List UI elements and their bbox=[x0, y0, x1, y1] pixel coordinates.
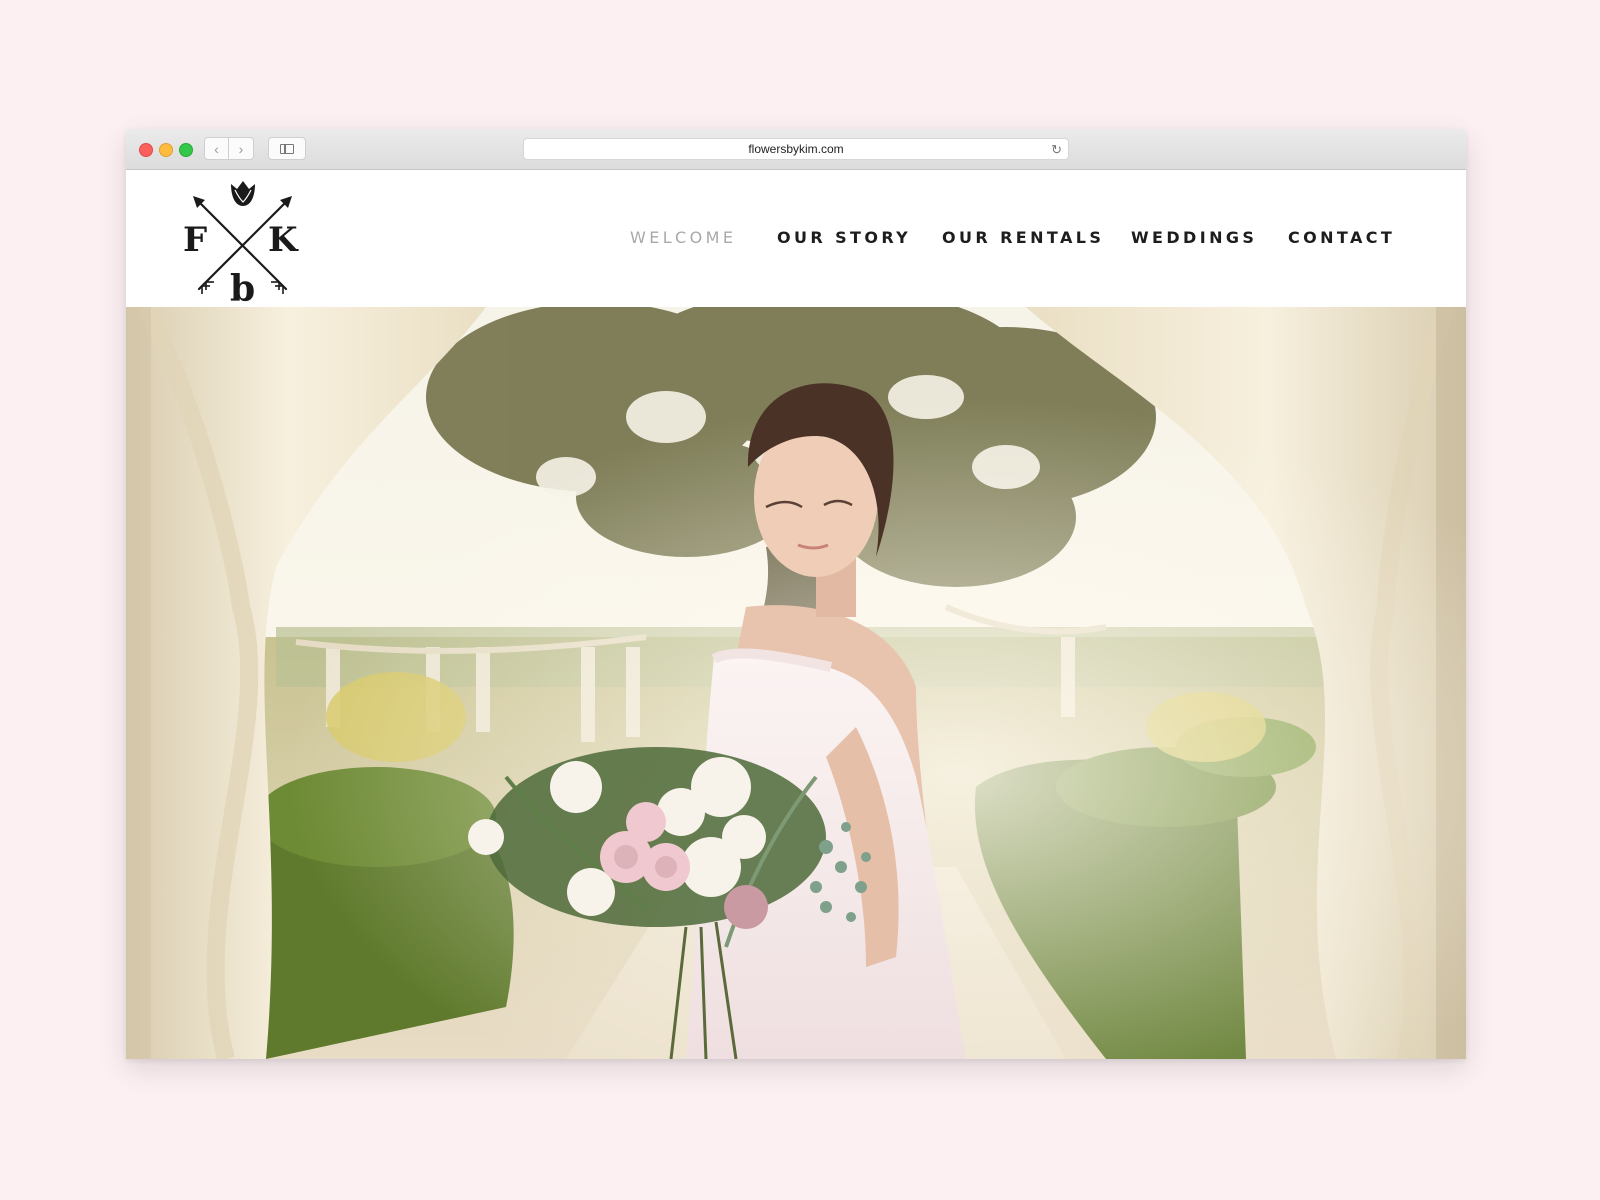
close-window-button[interactable] bbox=[139, 143, 153, 157]
browser-window: ‹ › flowersbykim.com ↻ F K b WELCOME OUR… bbox=[126, 129, 1466, 1059]
address-bar[interactable]: flowersbykim.com ↻ bbox=[523, 138, 1069, 160]
sidebar-toggle-button[interactable] bbox=[268, 137, 306, 160]
nav-item-weddings[interactable]: WEDDINGS bbox=[1131, 228, 1257, 247]
chevron-left-icon: ‹ bbox=[214, 141, 219, 157]
logo-letter-f: F bbox=[183, 220, 207, 260]
hero-image bbox=[126, 307, 1466, 1059]
logo-letter-k: K bbox=[268, 220, 299, 260]
address-bar-url[interactable]: flowersbykim.com bbox=[524, 139, 1068, 159]
sidebar-icon bbox=[280, 144, 294, 154]
nav-item-our-rentals[interactable]: OUR RENTALS bbox=[942, 228, 1104, 247]
minimize-window-button[interactable] bbox=[159, 143, 173, 157]
nav-item-contact[interactable]: CONTACT bbox=[1288, 228, 1395, 247]
maximize-window-button[interactable] bbox=[179, 143, 193, 157]
reload-icon[interactable]: ↻ bbox=[1051, 140, 1062, 160]
nav-item-our-story[interactable]: OUR STORY bbox=[777, 228, 911, 247]
logo-letter-b: b bbox=[230, 268, 255, 304]
browser-titlebar: ‹ › flowersbykim.com ↻ bbox=[126, 129, 1466, 170]
forward-button[interactable]: › bbox=[229, 137, 254, 160]
site-header: F K b WELCOME OUR STORY OUR RENTALS WEDD… bbox=[126, 170, 1466, 307]
nav-item-welcome[interactable]: WELCOME bbox=[630, 228, 736, 247]
chevron-right-icon: › bbox=[238, 141, 244, 157]
bride-bouquet-photo bbox=[126, 307, 1466, 1059]
back-button[interactable]: ‹ bbox=[204, 137, 229, 160]
site-logo[interactable]: F K b bbox=[183, 178, 303, 304]
